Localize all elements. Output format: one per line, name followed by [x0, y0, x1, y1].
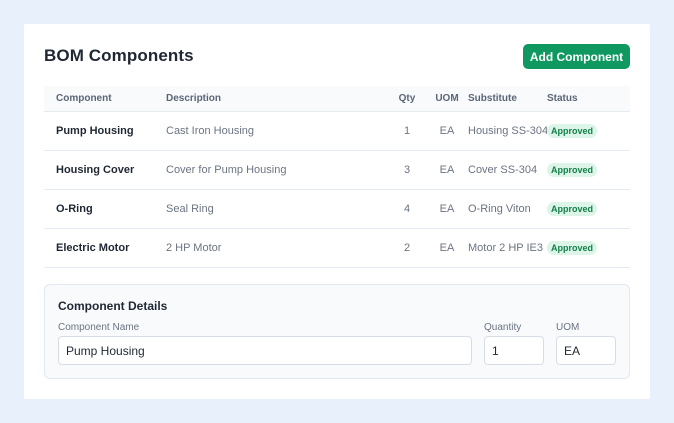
cell-substitute: Housing SS-304: [468, 125, 549, 137]
cell-qty: 1: [403, 125, 411, 137]
cell-component: O-Ring: [56, 203, 93, 215]
column-header-substitute[interactable]: Substitute: [468, 86, 517, 111]
cell-component: Pump Housing: [56, 125, 134, 137]
cell-status: Approved: [547, 151, 598, 189]
card-header: BOM Components Add Component: [44, 44, 630, 69]
table-header: Component Description Qty UOM Substitute…: [44, 86, 630, 112]
page-title: BOM Components: [44, 46, 194, 65]
cell-uom: EA: [439, 125, 455, 137]
cell-status: Approved: [547, 190, 598, 228]
cell-component: Housing Cover: [56, 164, 135, 176]
cell-status: Approved: [547, 229, 598, 267]
cell-description: Seal Ring: [166, 203, 214, 215]
table-row[interactable]: O-Ring Seal Ring 4 EA O-Ring Viton Appro…: [44, 190, 630, 229]
cell-substitute: Cover SS-304: [468, 164, 538, 176]
cell-substitute: O-Ring Viton: [468, 203, 531, 215]
uom-input[interactable]: [556, 336, 616, 365]
cell-status: Approved: [547, 112, 598, 150]
table-row[interactable]: Housing Cover Cover for Pump Housing 3 E…: [44, 151, 630, 190]
table-row[interactable]: Electric Motor 2 HP Motor 2 EA Motor 2 H…: [44, 229, 630, 268]
component-name-input[interactable]: [58, 336, 472, 365]
status-badge: Approved: [547, 124, 598, 138]
components-table: Component Description Qty UOM Substitute…: [44, 86, 630, 268]
cell-description: 2 HP Motor: [166, 242, 222, 254]
uom-label: UOM: [556, 322, 580, 333]
cell-qty: 3: [403, 164, 411, 176]
column-header-description[interactable]: Description: [166, 86, 221, 111]
cell-substitute: Motor 2 HP IE3: [468, 242, 543, 254]
cell-uom: EA: [439, 242, 455, 254]
quantity-label: Quantity: [484, 322, 522, 333]
bom-card: BOM Components Add Component Component D…: [24, 24, 650, 399]
cell-description: Cast Iron Housing: [166, 125, 255, 137]
column-header-uom[interactable]: UOM: [434, 86, 460, 111]
column-header-qty[interactable]: Qty: [396, 86, 418, 111]
cell-uom: EA: [439, 203, 455, 215]
quantity-input[interactable]: [484, 336, 544, 365]
cell-qty: 2: [403, 242, 411, 254]
cell-component: Electric Motor: [56, 242, 130, 254]
component-details-panel: Component Details Component Name Quantit…: [44, 284, 630, 379]
status-badge: Approved: [547, 241, 598, 255]
add-component-button[interactable]: Add Component: [523, 44, 630, 69]
cell-qty: 4: [403, 203, 411, 215]
table-row[interactable]: Pump Housing Cast Iron Housing 1 EA Hous…: [44, 112, 630, 151]
status-badge: Approved: [547, 163, 598, 177]
cell-description: Cover for Pump Housing: [166, 164, 287, 176]
column-header-component[interactable]: Component: [56, 86, 112, 111]
cell-uom: EA: [439, 164, 455, 176]
status-badge: Approved: [547, 202, 598, 216]
column-header-status[interactable]: Status: [547, 86, 578, 111]
details-title: Component Details: [58, 299, 168, 313]
component-name-label: Component Name: [58, 322, 140, 333]
